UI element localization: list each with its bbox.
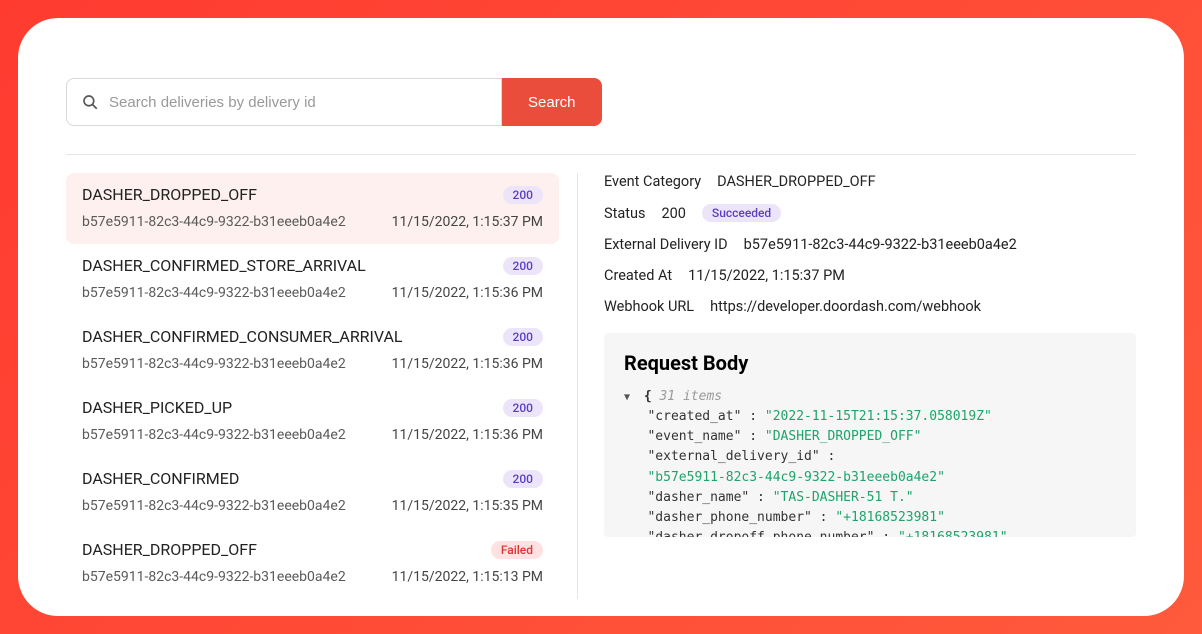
events-list: DASHER_DROPPED_OFF 200 b57e5911-82c3-44c9-… — [66, 173, 578, 599]
status-badge: 200 — [503, 186, 543, 204]
search-row: Search — [66, 78, 1136, 126]
event-item[interactable]: DASHER_CONFIRMED_STORE_ARRIVAL 200 b57e591… — [66, 244, 559, 315]
event-id: b57e5911-82c3-44c9-9322-b31eeeb0a4e2 — [82, 427, 346, 443]
chevron-down-icon[interactable]: ▼ — [624, 390, 636, 406]
json-value: "2022-11-15T21:15:37.058019Z" — [765, 409, 992, 424]
main-columns: DASHER_DROPPED_OFF 200 b57e5911-82c3-44c9-… — [66, 173, 1136, 599]
meta-value: https://developer.doordash.com/webhook — [710, 298, 981, 315]
search-icon — [81, 93, 99, 111]
json-key: "external_delivery_id" — [647, 449, 819, 464]
event-name: DASHER_CONFIRMED_STORE_ARRIVAL — [82, 256, 366, 275]
status-badge: 200 — [503, 399, 543, 417]
event-name: DASHER_DROPPED_OFF — [82, 185, 257, 204]
json-key: "created_at" — [647, 409, 741, 424]
event-name: DASHER_CONFIRMED — [82, 469, 239, 488]
json-key: "dasher_phone_number" — [647, 510, 811, 525]
meta-status: Status 200 Succeeded — [604, 204, 1136, 222]
json-key: "dasher_name" — [647, 490, 749, 505]
event-id: b57e5911-82c3-44c9-9322-b31eeeb0a4e2 — [82, 498, 346, 514]
event-item[interactable]: DASHER_CONFIRMED 200 b57e5911-82c3-44c9-93… — [66, 457, 559, 528]
json-value: "TAS-DASHER-51 T." — [773, 490, 914, 505]
event-time: 11/15/2022, 1:15:36 PM — [392, 356, 543, 372]
meta-webhook-url: Webhook URL https://developer.doordash.c… — [604, 298, 1136, 315]
app-window: Search DASHER_DROPPED_OFF 200 b57e5911-82c… — [18, 18, 1184, 616]
json-value: "+18168523981" — [898, 530, 1008, 537]
json-items-count: 31 items — [659, 389, 722, 404]
meta-created-at: Created At 11/15/2022, 1:15:37 PM — [604, 267, 1136, 284]
meta-value: 200 — [661, 205, 685, 222]
json-value: "DASHER_DROPPED_OFF" — [765, 429, 922, 444]
meta-label: Event Category — [604, 173, 701, 190]
meta-value: b57e5911-82c3-44c9-9322-b31eeeb0a4e2 — [744, 236, 1017, 253]
json-value: "b57e5911-82c3-44c9-9322-b31eeeb0a4e2" — [647, 470, 944, 485]
status-badge: Failed — [491, 541, 543, 559]
event-item[interactable]: DASHER_DROPPED_OFF 200 b57e5911-82c3-44c9-… — [66, 173, 559, 244]
event-name: DASHER_PICKED_UP — [82, 398, 232, 417]
search-button[interactable]: Search — [502, 78, 602, 126]
meta-event-category: Event Category DASHER_DROPPED_OFF — [604, 173, 1136, 190]
search-input-wrap — [66, 78, 502, 126]
event-item[interactable]: DASHER_CONFIRMED_CONSUMER_ARRIVAL 200 b57e… — [66, 315, 559, 386]
status-badge: 200 — [503, 257, 543, 275]
status-badge: 200 — [503, 470, 543, 488]
event-item[interactable]: DASHER_DROPPED_OFF Failed b57e5911-82c3-44… — [66, 528, 559, 599]
status-badge: 200 — [503, 328, 543, 346]
json-value: "+18168523981" — [835, 510, 945, 525]
event-name: DASHER_CONFIRMED_CONSUMER_ARRIVAL — [82, 327, 403, 346]
event-id: b57e5911-82c3-44c9-9322-b31eeeb0a4e2 — [82, 214, 346, 230]
request-body-title: Request Body — [624, 351, 1116, 375]
event-time: 11/15/2022, 1:15:35 PM — [392, 498, 543, 514]
event-detail: Event Category DASHER_DROPPED_OFF Status… — [578, 173, 1136, 599]
json-key: "event_name" — [647, 429, 741, 444]
meta-label: Webhook URL — [604, 298, 694, 315]
event-time: 11/15/2022, 1:15:36 PM — [392, 285, 543, 301]
meta-value: 11/15/2022, 1:15:37 PM — [688, 267, 845, 284]
json-viewer: ▼ { 31 items "created_at" : "2022-11-15T… — [624, 387, 1116, 537]
event-id: b57e5911-82c3-44c9-9322-b31eeeb0a4e2 — [82, 285, 346, 301]
meta-value: DASHER_DROPPED_OFF — [717, 173, 876, 190]
meta-label: Status — [604, 205, 645, 222]
event-time: 11/15/2022, 1:15:13 PM — [392, 569, 543, 585]
meta-label: External Delivery ID — [604, 236, 728, 253]
status-badge: Succeeded — [702, 204, 781, 222]
event-id: b57e5911-82c3-44c9-9322-b31eeeb0a4e2 — [82, 356, 346, 372]
request-body-card: Request Body ▼ { 31 items "created_at" :… — [604, 333, 1136, 537]
event-time: 11/15/2022, 1:15:37 PM — [392, 214, 543, 230]
event-name: DASHER_DROPPED_OFF — [82, 540, 257, 559]
meta-label: Created At — [604, 267, 672, 284]
divider — [66, 154, 1136, 155]
json-key: "dasher_dropoff_phone_number" — [647, 530, 874, 537]
meta-external-id: External Delivery ID b57e5911-82c3-44c9-… — [604, 236, 1136, 253]
event-time: 11/15/2022, 1:15:36 PM — [392, 427, 543, 443]
search-input[interactable] — [109, 94, 487, 111]
event-item[interactable]: DASHER_PICKED_UP 200 b57e5911-82c3-44c9-93… — [66, 386, 559, 457]
event-id: b57e5911-82c3-44c9-9322-b31eeeb0a4e2 — [82, 569, 346, 585]
